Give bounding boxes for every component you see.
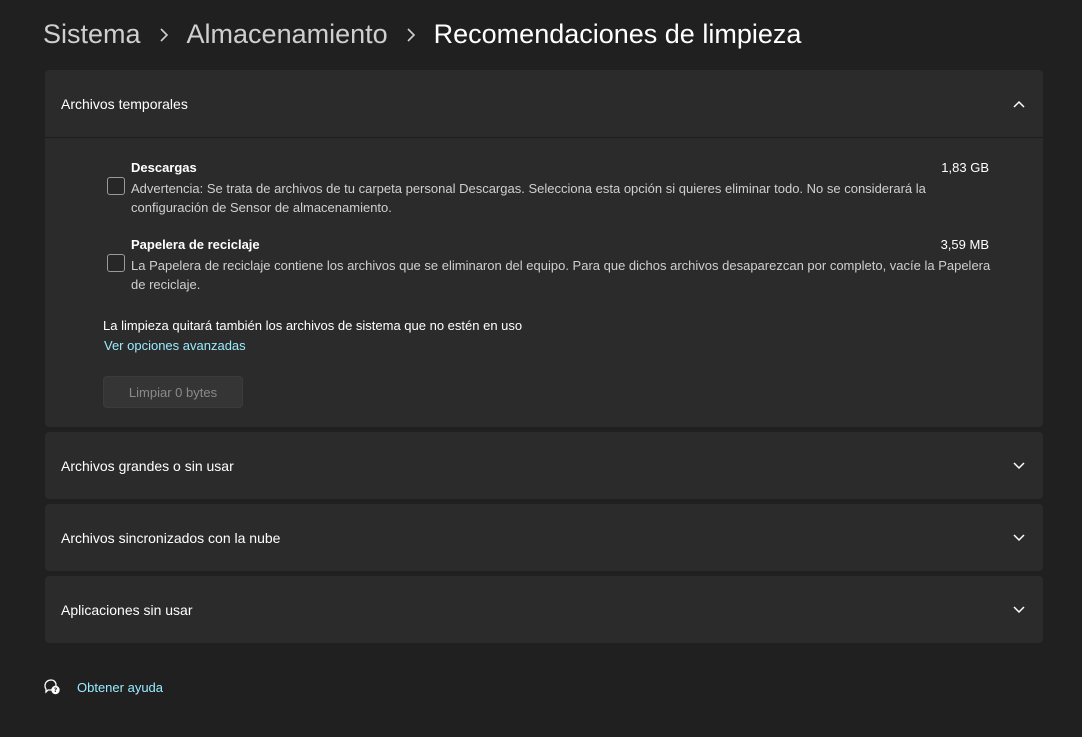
section-title: Aplicaciones sin usar xyxy=(61,601,193,618)
section-title: Archivos grandes o sin usar xyxy=(61,457,234,474)
item-title: Papelera de reciclaje xyxy=(131,237,260,252)
item-size: 3,59 MB xyxy=(940,237,989,252)
advanced-options-link[interactable]: Ver opciones avanzadas xyxy=(104,338,246,353)
chevron-down-icon xyxy=(1011,458,1027,474)
recycle-bin-checkbox[interactable] xyxy=(107,254,125,272)
section-title: Archivos sincronizados con la nube xyxy=(61,529,281,546)
cleanup-note: La limpieza quitará también los archivos… xyxy=(103,318,523,333)
section-large-files: Archivos grandes o sin usar xyxy=(45,432,1043,499)
get-help-link[interactable]: Obtener ayuda xyxy=(77,680,163,695)
item-title: Descargas xyxy=(131,160,197,175)
section-temporary-files: Archivos temporales Descargas 1,83 GB Ad… xyxy=(45,70,1043,427)
clean-button[interactable]: Limpiar 0 bytes xyxy=(103,376,243,408)
breadcrumb: Sistema Almacenamiento Recomendaciones d… xyxy=(43,14,801,54)
chevron-down-icon xyxy=(1011,530,1027,546)
section-unused-apps: Aplicaciones sin usar xyxy=(45,576,1043,643)
section-large-files-header[interactable]: Archivos grandes o sin usar xyxy=(45,432,1043,499)
section-unused-apps-header[interactable]: Aplicaciones sin usar xyxy=(45,576,1043,643)
section-cloud-synced-files: Archivos sincronizados con la nube xyxy=(45,504,1043,571)
chevron-down-icon xyxy=(1011,602,1027,618)
svg-text:?: ? xyxy=(54,687,58,694)
get-help: ? Obtener ayuda xyxy=(43,676,163,698)
help-chat-icon: ? xyxy=(43,678,61,696)
breadcrumb-sistema[interactable]: Sistema xyxy=(43,19,141,50)
section-cloud-synced-files-header[interactable]: Archivos sincronizados con la nube xyxy=(45,504,1043,571)
section-title: Archivos temporales xyxy=(61,95,188,112)
section-temporary-files-header[interactable]: Archivos temporales xyxy=(45,70,1043,138)
chevron-right-icon xyxy=(388,19,434,50)
list-item-downloads: Descargas 1,83 GB Advertencia: Se trata … xyxy=(107,160,989,218)
chevron-right-icon xyxy=(141,19,187,50)
chevron-up-icon xyxy=(1011,96,1027,112)
breadcrumb-almacenamiento[interactable]: Almacenamiento xyxy=(187,19,388,50)
downloads-checkbox[interactable] xyxy=(107,177,125,195)
page-title: Recomendaciones de limpieza xyxy=(433,18,802,49)
item-description: Advertencia: Se trata de archivos de tu … xyxy=(131,181,926,215)
item-description: La Papelera de reciclaje contiene los ar… xyxy=(131,258,991,292)
item-size: 1,83 GB xyxy=(941,160,989,175)
list-item-recycle-bin: Papelera de reciclaje 3,59 MB La Papeler… xyxy=(107,237,991,295)
